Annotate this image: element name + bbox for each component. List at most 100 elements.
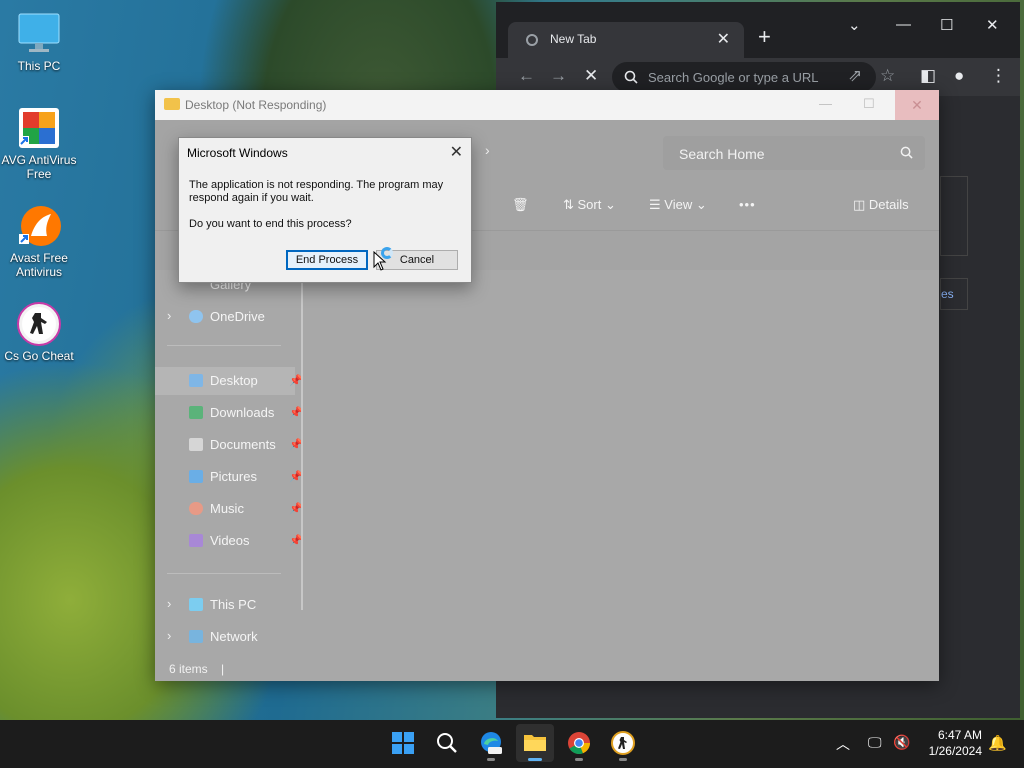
details-pane-icon: ◫ bbox=[853, 197, 869, 212]
bookmark-star-icon[interactable]: ☆ bbox=[880, 66, 895, 86]
search-icon bbox=[900, 146, 913, 159]
end-process-button[interactable]: End Process bbox=[286, 250, 368, 270]
documents-icon bbox=[189, 438, 203, 451]
volume-muted-icon[interactable]: 🔇 bbox=[893, 734, 910, 751]
item-count: 6 items bbox=[169, 662, 208, 676]
close-window-button[interactable]: ✕ bbox=[895, 90, 939, 120]
nav-item-pictures[interactable]: Pictures 📌 bbox=[155, 463, 303, 491]
stop-loading-icon[interactable]: ✕ bbox=[584, 66, 598, 86]
sort-icon: ⇅ bbox=[563, 197, 578, 212]
new-tab-plus-icon[interactable]: + bbox=[758, 24, 771, 50]
running-indicator bbox=[487, 758, 495, 761]
ghost-link-text: es bbox=[941, 287, 954, 301]
taskbar-edge-pre[interactable] bbox=[472, 724, 510, 762]
start-button[interactable] bbox=[384, 724, 422, 762]
nav-item-label: Downloads bbox=[210, 405, 275, 420]
folder-icon bbox=[164, 98, 180, 110]
view-button[interactable]: ☰ View ⌄ bbox=[649, 197, 707, 213]
window-title: Desktop (Not Responding) bbox=[185, 98, 327, 112]
minimize-icon[interactable]: — bbox=[896, 16, 911, 33]
sort-button[interactable]: ⇅ Sort ⌄ bbox=[563, 197, 616, 213]
taskbar-chrome[interactable] bbox=[560, 724, 598, 762]
chrome-icon bbox=[568, 732, 590, 754]
edge-pre-icon bbox=[481, 732, 502, 754]
see-more-button[interactable]: ••• bbox=[739, 197, 756, 212]
search-box[interactable]: Search Home bbox=[663, 136, 925, 170]
chrome-tab-new-tab[interactable]: New Tab ✕ bbox=[508, 22, 744, 58]
desktop-icon-label: AVG AntiVirus Free bbox=[1, 153, 77, 181]
running-indicator bbox=[619, 758, 627, 761]
nav-item-videos[interactable]: Videos 📌 bbox=[155, 527, 303, 555]
nav-item-onedrive[interactable]: › OneDrive bbox=[155, 303, 295, 331]
close-icon[interactable]: ✕ bbox=[450, 142, 463, 162]
videos-icon bbox=[189, 534, 203, 547]
menu-kebab-icon[interactable]: ⋮ bbox=[990, 66, 1007, 86]
clock-time: 6:47 AM bbox=[937, 728, 982, 742]
nav-item-label: Videos bbox=[210, 533, 250, 548]
nav-item-documents[interactable]: Documents 📌 bbox=[155, 431, 303, 459]
taskbar-file-explorer[interactable] bbox=[516, 724, 554, 762]
desktop-icon-label: This PC bbox=[17, 59, 61, 73]
busy-spinner-icon bbox=[381, 247, 393, 259]
view-icon: ☰ bbox=[649, 197, 665, 212]
sort-label: Sort bbox=[577, 197, 602, 212]
downloads-icon bbox=[189, 406, 203, 419]
omnibox[interactable]: Search Google or type a URL bbox=[612, 62, 876, 92]
details-label: Details bbox=[868, 197, 909, 212]
this-pc-icon bbox=[17, 12, 61, 56]
file-explorer-icon bbox=[524, 735, 546, 751]
nav-item-label: Network bbox=[210, 629, 258, 644]
nav-item-network[interactable]: › Network bbox=[155, 623, 295, 651]
profile-icon[interactable]: ● bbox=[954, 66, 964, 86]
this-pc-icon bbox=[189, 598, 203, 611]
desktop-icon-avg[interactable]: AVG AntiVirus Free bbox=[1, 106, 77, 181]
close-tab-icon[interactable]: ✕ bbox=[717, 29, 730, 49]
nav-divider bbox=[167, 573, 281, 574]
nav-item-label: OneDrive bbox=[210, 309, 265, 324]
maximize-icon[interactable]: ☐ bbox=[863, 96, 875, 112]
details-button[interactable]: ◫ Details bbox=[853, 197, 909, 213]
show-hidden-icons-chevron-icon[interactable]: ︿ bbox=[836, 734, 850, 754]
tab-title: New Tab bbox=[550, 32, 597, 46]
nav-item-music[interactable]: Music 📌 bbox=[155, 495, 303, 523]
running-indicator bbox=[575, 758, 583, 761]
back-icon[interactable]: ← bbox=[518, 66, 535, 86]
side-panel-icon[interactable]: ◧ bbox=[920, 66, 936, 86]
nav-divider bbox=[167, 345, 281, 346]
chevron-right-icon[interactable]: › bbox=[167, 628, 171, 643]
clock-date: 1/26/2024 bbox=[928, 744, 982, 758]
nav-item-desktop[interactable]: Desktop 📌 bbox=[155, 367, 303, 395]
nav-item-downloads[interactable]: Downloads 📌 bbox=[155, 399, 303, 427]
taskbar-search-button[interactable] bbox=[428, 724, 466, 762]
minimize-icon[interactable]: — bbox=[819, 96, 832, 111]
clock[interactable]: 6:47 AM 1/26/2024 bbox=[918, 728, 982, 758]
desktop-folder-icon bbox=[189, 374, 203, 387]
dialog-question: Do you want to end this process? bbox=[189, 218, 352, 230]
chevron-right-icon[interactable]: › bbox=[167, 596, 171, 611]
share-icon[interactable]: ⇗ bbox=[848, 66, 862, 86]
running-indicator bbox=[528, 758, 542, 761]
csgo-cheat-icon bbox=[17, 302, 61, 346]
desktop-icon-this-pc[interactable]: This PC bbox=[1, 12, 77, 73]
notification-bell-icon[interactable]: 🔔 bbox=[988, 734, 1007, 752]
taskbar-csgo-cheat[interactable] bbox=[604, 724, 642, 762]
music-icon bbox=[189, 502, 203, 515]
close-window-icon[interactable]: ✕ bbox=[986, 16, 999, 34]
breadcrumb-chevron-icon[interactable]: › bbox=[485, 142, 490, 158]
dialog-title: Microsoft Windows bbox=[187, 146, 288, 160]
network-status-icon[interactable]: 🖵 bbox=[868, 734, 882, 751]
avg-antivirus-icon bbox=[17, 106, 61, 150]
csgo-cheat-icon bbox=[611, 731, 635, 755]
status-bar: 6 items | bbox=[169, 662, 224, 676]
chevron-right-icon[interactable]: › bbox=[167, 308, 171, 323]
maximize-icon[interactable]: ☐ bbox=[940, 16, 953, 34]
tab-search-chevron-icon[interactable]: ⌄ bbox=[848, 16, 861, 34]
nav-item-this-pc[interactable]: › This PC bbox=[155, 591, 295, 619]
nav-item-label: Desktop bbox=[210, 373, 258, 388]
ghost-link[interactable]: es bbox=[940, 278, 968, 310]
delete-icon[interactable]: 🗑 bbox=[512, 197, 529, 213]
search-icon bbox=[624, 70, 638, 84]
desktop-icon-avast[interactable]: Avast Free Antivirus bbox=[1, 204, 77, 279]
forward-icon[interactable]: → bbox=[550, 66, 567, 86]
desktop-icon-csgo[interactable]: Cs Go Cheat bbox=[1, 302, 77, 363]
